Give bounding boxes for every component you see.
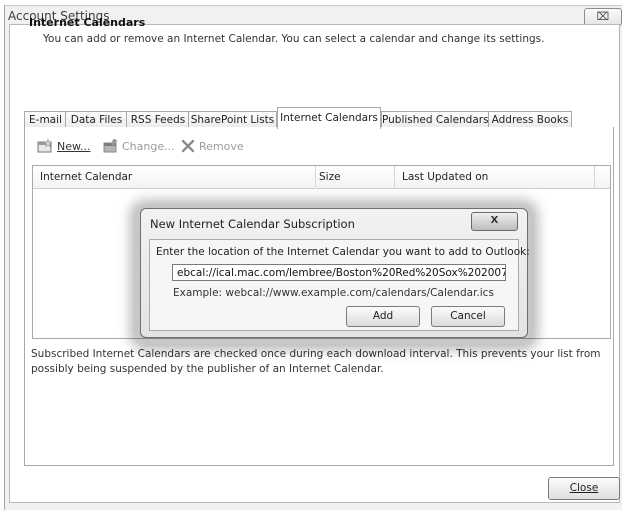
tab-email[interactable]: E-mail [24,111,67,128]
column-header-size[interactable]: Size [316,166,398,189]
change-button[interactable]: Change... [102,138,175,153]
dialog-prompt: Enter the location of the Internet Calen… [156,246,530,258]
tab-sharepoint-lists[interactable]: SharePoint Lists [188,111,277,128]
cancel-button[interactable]: Cancel [431,306,505,327]
column-header-internet-calendar[interactable]: Internet Calendar [33,166,315,189]
change-calendar-icon [103,138,118,153]
section-title: Internet Calendars [29,16,146,29]
new-calendar-icon [37,138,53,153]
new-button-label: New... [57,140,91,153]
tab-internet-calendars[interactable]: Internet Calendars [277,107,381,129]
close-button-label: Close [569,482,599,494]
dialog-title: New Internet Calendar Subscription [150,217,355,231]
column-header-last-updated[interactable]: Last Updated on [395,166,598,189]
close-button[interactable]: Close [548,477,620,500]
dialog-close-button[interactable]: X [471,212,518,231]
info-text: Subscribed Internet Calendars are checke… [31,348,601,375]
dialog-body: Enter the location of the Internet Calen… [149,239,530,331]
new-subscription-dialog: New Internet Calendar Subscription X Ent… [140,208,530,338]
tab-published-calendars[interactable]: Published Calendars [381,111,489,128]
tab-rss-feeds[interactable]: RSS Feeds [126,111,190,128]
section-description: You can add or remove an Internet Calend… [43,33,545,45]
tab-address-books[interactable]: Address Books [488,111,572,128]
remove-button[interactable]: Remove [181,139,244,153]
calendar-url-input[interactable]: ebcal://ical.mac.com/lembree/Boston%20Re… [172,264,506,281]
dialog-example: Example: webcal://www.example.com/calend… [173,287,494,299]
tab-data-files[interactable]: Data Files [65,111,128,128]
change-button-label: Change... [122,140,175,153]
remove-button-label: Remove [199,140,244,153]
remove-x-icon [181,139,195,153]
new-button[interactable]: New... [37,138,91,153]
column-header-filler [595,166,610,189]
add-button[interactable]: Add [346,306,420,327]
